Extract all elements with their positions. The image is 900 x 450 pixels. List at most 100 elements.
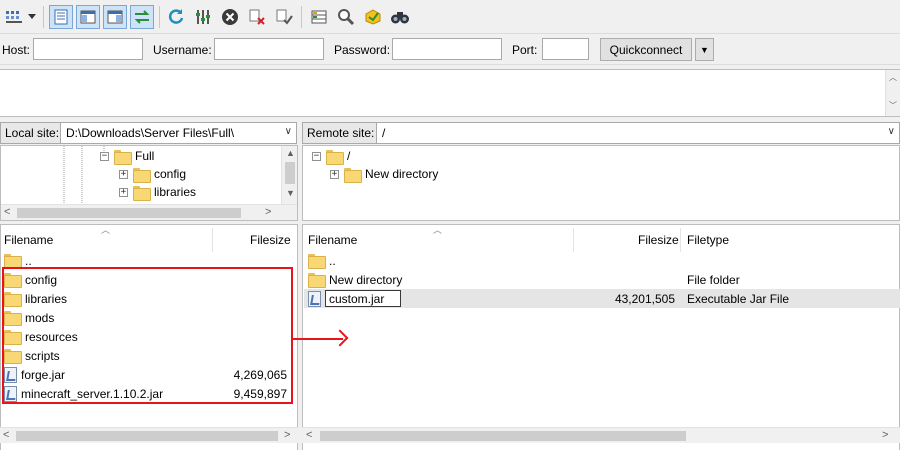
local-tree[interactable]: − Full + config + libraries ▲ ▼ < > [0, 145, 298, 221]
username-label: Username: [153, 43, 212, 57]
site-manager-icon[interactable] [2, 5, 26, 29]
scroll-thumb[interactable] [285, 162, 295, 184]
port-input[interactable] [542, 38, 589, 60]
local-tree-hscrollbar[interactable]: < > [1, 204, 297, 220]
username-input[interactable] [214, 38, 324, 60]
log-scrollbar[interactable]: ︿ ﹀ [885, 70, 900, 116]
tree-item-new-directory[interactable]: + New directory [330, 165, 438, 183]
collapse-icon[interactable]: − [100, 151, 109, 161]
folder-icon [4, 254, 22, 269]
rename-input[interactable]: custom.jar [325, 290, 401, 307]
tree-item-label: New directory [365, 167, 439, 181]
quickconnect-button[interactable]: Quickconnect [600, 38, 692, 61]
reconnect-icon[interactable] [272, 5, 296, 29]
list-item[interactable]: New directory [308, 270, 402, 289]
remote-column-filesize[interactable]: Filesize [638, 228, 679, 252]
refresh-icon[interactable] [164, 5, 188, 29]
folder-icon [133, 167, 151, 183]
tree-item-label: config [154, 167, 187, 181]
local-column-filesize[interactable]: Filesize [250, 228, 291, 252]
local-list-hscrollbar[interactable]: < > [0, 427, 298, 443]
folder-icon [344, 167, 362, 183]
local-tree-vscrollbar[interactable]: ▲ ▼ [281, 146, 297, 204]
toolbar [0, 0, 900, 34]
chevron-down-icon[interactable]: ∨ [888, 126, 895, 137]
remote-tree-icon[interactable] [103, 5, 127, 29]
file-size: 43,201,505 [614, 291, 675, 306]
tree-item-root[interactable]: − / [312, 147, 350, 165]
compare-icon[interactable] [334, 5, 358, 29]
folder-icon [308, 273, 326, 288]
local-site-bar: Local site: D:\Downloads\Server Files\Fu… [0, 122, 298, 144]
remote-path-input[interactable]: / ∨ [376, 122, 900, 144]
scroll-up-icon[interactable]: ▲ [286, 148, 295, 158]
remote-file-list[interactable] [302, 224, 900, 450]
message-log[interactable]: ︿ ﹀ [0, 69, 900, 117]
transfer-queue-icon[interactable] [130, 5, 154, 29]
password-input[interactable] [392, 38, 502, 60]
remote-list-hscrollbar[interactable]: < > [302, 427, 900, 443]
quickconnect-dropdown-button[interactable]: ▼ [695, 38, 714, 61]
remote-tree[interactable]: − / + New directory [302, 145, 900, 221]
file-name: New directory [329, 272, 403, 287]
process-queue-icon[interactable] [191, 5, 215, 29]
cancel-icon[interactable] [218, 5, 242, 29]
expand-icon[interactable]: + [119, 169, 128, 179]
column-divider[interactable] [680, 228, 681, 252]
search-icon[interactable] [388, 5, 412, 29]
local-tree-icon[interactable] [76, 5, 100, 29]
local-column-filename[interactable]: Filename [4, 228, 53, 252]
folder-icon [326, 149, 344, 165]
host-input[interactable] [33, 38, 143, 60]
host-label: Host: [2, 43, 31, 57]
message-log-icon[interactable] [49, 5, 73, 29]
chevron-down-icon[interactable]: ∨ [285, 126, 292, 137]
tree-item-full[interactable]: − Full [100, 147, 154, 165]
scroll-right-icon[interactable]: > [284, 429, 290, 441]
scroll-up-icon[interactable]: ︿ [889, 72, 897, 83]
scroll-down-icon[interactable]: ﹀ [889, 100, 897, 111]
dropdown-arrow-icon[interactable] [26, 5, 38, 29]
scroll-down-icon[interactable]: ▼ [286, 188, 295, 198]
scroll-left-icon[interactable]: < [306, 429, 312, 441]
scroll-left-icon[interactable]: < [4, 206, 10, 218]
expand-icon[interactable]: + [330, 169, 339, 179]
annotation-highlight-box [2, 267, 293, 404]
column-divider[interactable] [573, 228, 574, 252]
file-type: File folder [687, 272, 740, 287]
password-label: Password: [334, 43, 391, 57]
remote-column-filetype[interactable]: Filetype [687, 228, 729, 252]
remote-site-label: Remote site: [302, 122, 380, 144]
tree-item-config[interactable]: + config [119, 165, 186, 183]
scroll-left-icon[interactable]: < [3, 429, 9, 441]
collapse-icon[interactable]: − [312, 151, 321, 161]
scroll-right-icon[interactable]: > [265, 206, 271, 218]
folder-icon [114, 149, 132, 165]
filter-icon[interactable] [307, 5, 331, 29]
tree-item-label: / [347, 149, 351, 163]
sort-ascending-icon: ︿ [101, 225, 111, 235]
toolbar-separator [43, 6, 44, 28]
file-type: Executable Jar File [687, 291, 790, 306]
tree-item-libraries[interactable]: + libraries [119, 183, 196, 201]
disconnect-icon[interactable] [245, 5, 269, 29]
local-site-label: Local site: [0, 122, 65, 144]
remote-column-filename[interactable]: Filename [308, 228, 357, 252]
expand-icon[interactable]: + [119, 187, 128, 197]
scroll-thumb[interactable] [320, 431, 686, 441]
port-label: Port: [512, 43, 538, 57]
column-divider[interactable] [212, 228, 213, 252]
scroll-thumb[interactable] [17, 208, 241, 218]
list-item[interactable]: custom.jar [308, 289, 401, 308]
scroll-thumb[interactable] [16, 431, 278, 441]
file-name: .. [25, 253, 32, 268]
file-name: custom.jar [329, 291, 385, 306]
sync-browse-icon[interactable] [361, 5, 385, 29]
sort-ascending-icon: ︿ [433, 225, 443, 235]
scroll-right-icon[interactable]: > [882, 429, 888, 441]
tree-item-label: Full [135, 149, 155, 163]
local-path-input[interactable]: D:\Downloads\Server Files\Full\ ∨ [60, 122, 297, 144]
quickconnect-bar: Host: Username: Password: Port: Quickcon… [0, 35, 900, 65]
tree-item-label: libraries [154, 185, 197, 199]
list-item[interactable]: .. [308, 251, 336, 270]
